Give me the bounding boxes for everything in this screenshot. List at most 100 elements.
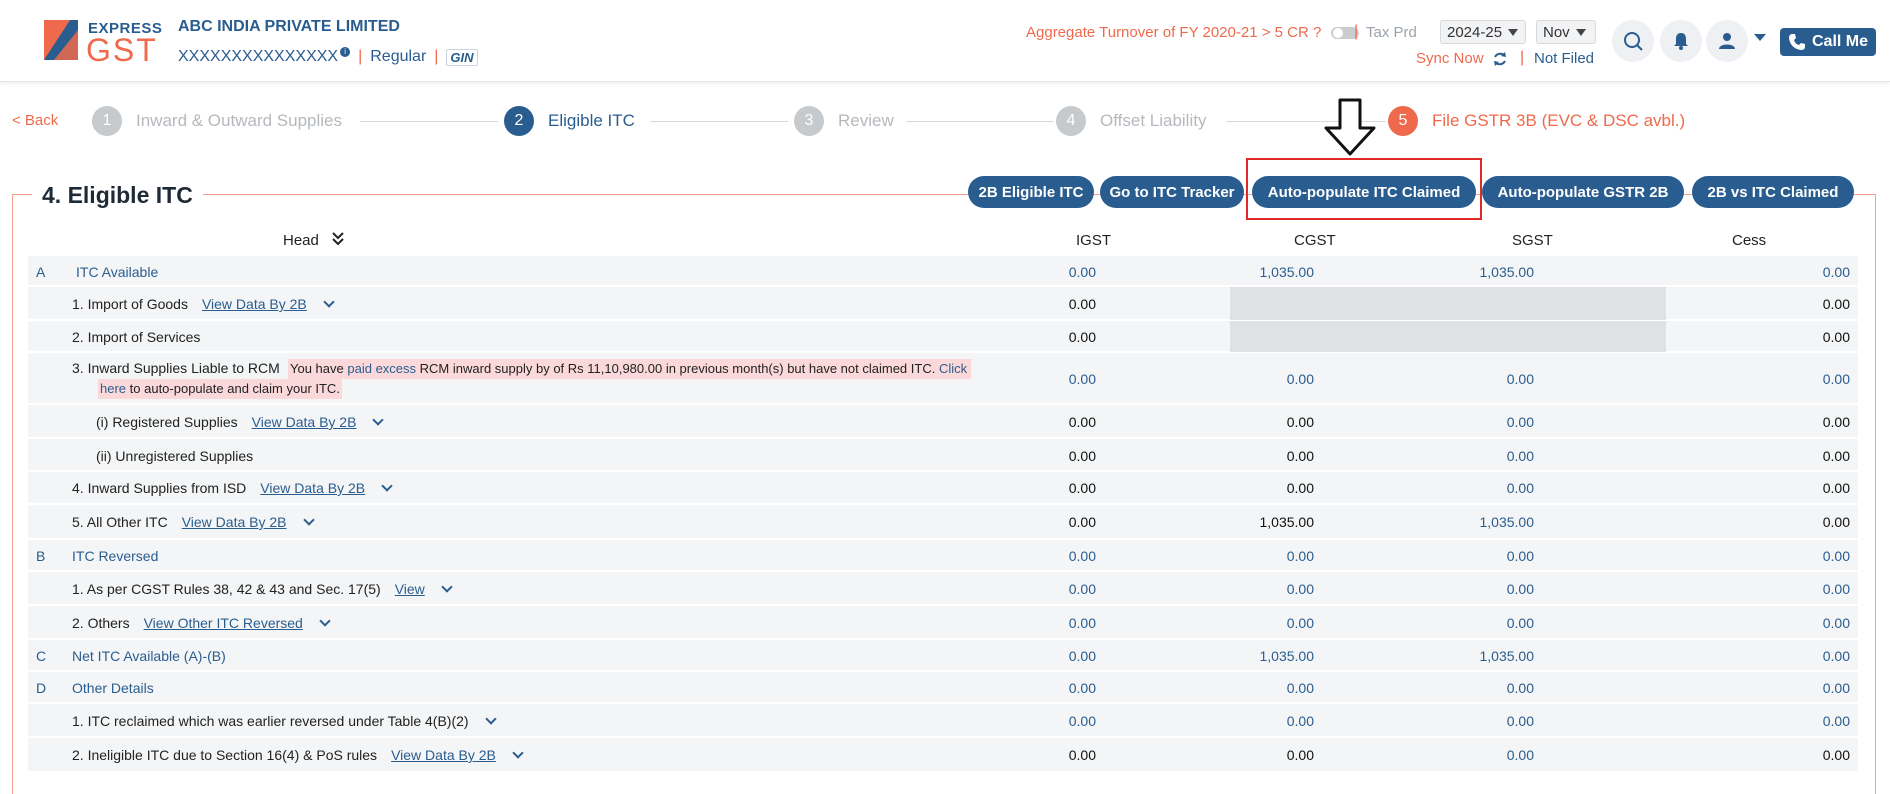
cgst-value: 1,035.00 [1259, 264, 1315, 280]
sync-now-button[interactable]: Sync Now [1416, 50, 1508, 67]
refresh-icon [1493, 51, 1506, 66]
col-sgst: SGST [1512, 232, 1553, 249]
table-row: 3. Inward Supplies Liable to RCM You hav… [28, 353, 1858, 404]
igst-value: 0.00 [1068, 615, 1096, 631]
gstin-search-icon [1624, 32, 1643, 51]
caret-down-icon[interactable] [1754, 34, 1766, 42]
gstin-search-button[interactable] [1612, 20, 1654, 62]
row-label: ITC Reversed [72, 548, 159, 564]
igst-value: 0.00 [1068, 414, 1096, 430]
month-value: Nov [1543, 23, 1570, 41]
step-2[interactable]: 2 Eligible ITC [504, 106, 635, 136]
step-label: Review [838, 111, 894, 130]
step-label: Eligible ITC [548, 111, 635, 130]
step-number: 2 [504, 106, 534, 136]
cess-value: 0.00 [1822, 747, 1850, 763]
row-label: (i) Registered Supplies [96, 414, 238, 430]
gin-icon[interactable]: GIN [446, 48, 478, 66]
rcm-text: You have [290, 361, 344, 376]
table-row: 1. ITC reclaimed which was earlier rever… [28, 704, 1858, 737]
step-4[interactable]: 4 Offset Liability [1056, 106, 1206, 136]
row-label: 2. Others [72, 615, 130, 631]
separator: | [1354, 23, 1359, 40]
step-connector [360, 121, 498, 122]
tax-period-label: Tax Prd [1366, 24, 1417, 41]
step-connector [650, 121, 788, 122]
view-data-by-2b-link[interactable]: View Data By 2B [182, 514, 287, 530]
chevron-down-icon[interactable] [302, 514, 315, 526]
view-link[interactable]: View [395, 581, 425, 597]
info-icon[interactable]: i [340, 47, 351, 57]
view-data-by-2b-link[interactable]: View Data By 2B [391, 747, 496, 763]
row-letter: B [36, 548, 46, 564]
caret-down-icon [1508, 28, 1519, 36]
igst-value: 0.00 [1068, 448, 1096, 464]
notifications-button[interactable] [1660, 20, 1702, 62]
2b-eligible-itc-button[interactable]: 2B Eligible ITC [968, 176, 1094, 208]
chevron-down-icon[interactable] [441, 581, 453, 593]
call-me-button[interactable]: Call Me [1780, 28, 1876, 56]
igst-value: 0.00 [1068, 680, 1096, 696]
sgst-value: 0.00 [1506, 448, 1534, 464]
step-label: Inward & Outward Supplies [136, 111, 342, 130]
highlight-box [1246, 158, 1482, 220]
igst-value: 0.00 [1068, 713, 1096, 729]
section-title: 4. Eligible ITC [32, 182, 203, 209]
phone-icon [1788, 34, 1805, 50]
chevron-down-icon[interactable] [484, 713, 497, 725]
cess-value: 0.00 [1822, 615, 1850, 631]
cgst-value: 0.00 [1286, 581, 1314, 597]
igst-value: 0.00 [1068, 371, 1096, 387]
express-gst-logo[interactable]: EXPRESS GST [40, 18, 162, 68]
sgst-value: 1,035.00 [1479, 514, 1535, 530]
row-label-group: 5. All Other ITC View Data By 2B [72, 514, 315, 530]
paid-excess-link[interactable]: paid excess [347, 361, 416, 376]
row-label: 1. ITC reclaimed which was earlier rever… [72, 713, 469, 729]
sgst-value: 0.00 [1506, 371, 1534, 387]
chevron-down-icon[interactable] [512, 747, 524, 759]
month-select[interactable]: Nov [1536, 20, 1596, 44]
cgst-value: 1,035.00 [1259, 648, 1315, 664]
chevron-down-icon[interactable] [381, 480, 393, 492]
gstin-row: XXXXXXXXXXXXXXX i | Regular | GIN [178, 47, 478, 66]
step-3[interactable]: 3 Review [794, 106, 894, 136]
chevron-down-icon[interactable] [323, 296, 335, 308]
back-link[interactable]: < Back [12, 112, 58, 129]
click-link[interactable]: Click [939, 361, 967, 376]
view-data-by-2b-link[interactable]: View Data By 2B [252, 414, 357, 430]
go-to-itc-tracker-button[interactable]: Go to ITC Tracker [1100, 176, 1244, 208]
year-select[interactable]: 2024-25 [1440, 20, 1526, 44]
table-header: Head IGST CGST SGST Cess [28, 232, 1858, 254]
view-data-by-2b-link[interactable]: View Data By 2B [260, 480, 365, 496]
view-other-itc-reversed-link[interactable]: View Other ITC Reversed [144, 615, 303, 631]
filing-status: Not Filed [1534, 50, 1595, 67]
cgst-value: 0.00 [1286, 747, 1314, 763]
chevron-down-icon[interactable] [319, 615, 331, 627]
view-data-by-2b-link[interactable]: View Data By 2B [202, 296, 307, 312]
cgst-value: 0.00 [1286, 448, 1314, 464]
turnover-question: Aggregate Turnover of FY 2020-21 > 5 CR … [1026, 24, 1322, 41]
logo-mark-icon [44, 20, 78, 60]
step-1[interactable]: 1 Inward & Outward Supplies [92, 106, 342, 136]
row-label-group: (i) Registered Supplies View Data By 2B [96, 414, 385, 430]
table-row: 4. Inward Supplies from ISD View Data By… [28, 472, 1858, 504]
igst-value: 0.00 [1068, 329, 1096, 345]
rcm-alert: You have paid excess RCM inward supply b… [98, 359, 971, 399]
cgst-value: 0.00 [1286, 371, 1314, 387]
here-link[interactable]: here [100, 381, 126, 396]
igst-value: 0.00 [1068, 296, 1096, 312]
double-chevron-down-icon[interactable] [332, 232, 344, 246]
cess-value: 0.00 [1822, 296, 1850, 312]
2b-vs-itc-claimed-button[interactable]: 2B vs ITC Claimed [1692, 176, 1854, 208]
call-me-label: Call Me [1811, 33, 1868, 50]
auto-populate-gstr-2b-button[interactable]: Auto-populate GSTR 2B [1482, 176, 1684, 208]
step-5[interactable]: 5 File GSTR 3B (EVC & DSC avbl.) [1388, 106, 1685, 136]
row-label-group: 1. Import of Goods View Data By 2B [72, 296, 335, 312]
user-menu-button[interactable] [1706, 20, 1748, 62]
logo-gst-text: GST [86, 32, 158, 68]
sgst-value: 0.00 [1506, 747, 1534, 763]
chevron-down-icon[interactable] [372, 414, 385, 426]
igst-value: 0.00 [1068, 480, 1096, 496]
rcm-text: RCM inward supply by of Rs 11,10,980.00 … [419, 361, 936, 376]
gstin-value: XXXXXXXXXXXXXXX [178, 48, 339, 65]
